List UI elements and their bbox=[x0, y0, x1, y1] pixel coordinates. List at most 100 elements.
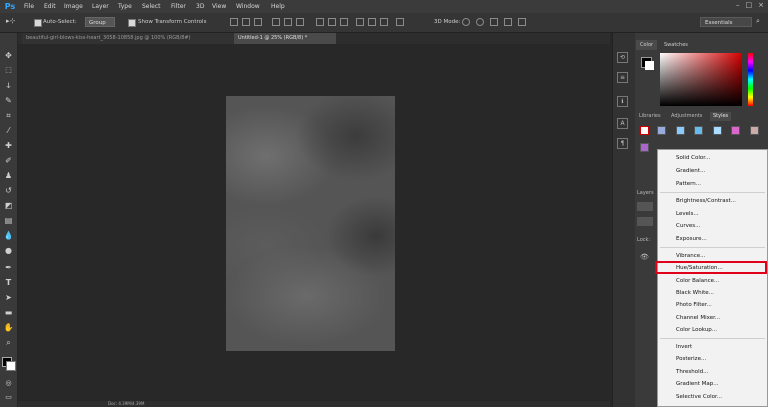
style-swatch[interactable] bbox=[731, 126, 740, 135]
eraser-icon[interactable]: ◩ bbox=[3, 200, 14, 211]
color-panel-background[interactable] bbox=[645, 61, 654, 70]
layer-filter-select[interactable] bbox=[637, 202, 653, 211]
menu-item-channel-mixer[interactable]: Channel Mixer... bbox=[676, 313, 720, 323]
tab-color[interactable]: Color bbox=[636, 40, 658, 50]
auto-select-dropdown[interactable]: Group bbox=[85, 17, 115, 27]
align-hcenter-icon[interactable] bbox=[284, 18, 292, 26]
3d-roll-icon[interactable] bbox=[476, 18, 484, 26]
distribute-bottom-icon[interactable] bbox=[340, 18, 348, 26]
move-icon[interactable]: ✥ bbox=[3, 50, 14, 61]
healing-icon[interactable]: ✚ bbox=[3, 140, 14, 151]
3d-scale-icon[interactable] bbox=[518, 18, 526, 26]
menu-window[interactable]: Window bbox=[236, 0, 260, 13]
menu-item-exposure[interactable]: Exposure... bbox=[676, 234, 707, 244]
align-right-icon[interactable] bbox=[296, 18, 304, 26]
info-panel-icon[interactable]: ℹ bbox=[617, 96, 628, 107]
move-tool-preset-icon[interactable]: ▸⊹ bbox=[6, 17, 15, 25]
menu-help[interactable]: Help bbox=[271, 0, 285, 13]
lasso-icon[interactable]: ↆ bbox=[3, 80, 14, 91]
menu-file[interactable]: File bbox=[24, 0, 34, 13]
show-transform-checkbox[interactable] bbox=[128, 19, 136, 27]
quick-select-icon[interactable]: ✎ bbox=[3, 95, 14, 106]
menu-type[interactable]: Type bbox=[118, 0, 132, 13]
history-panel-icon[interactable]: ⟲ bbox=[617, 52, 628, 63]
distribute-hcenter-icon[interactable] bbox=[368, 18, 376, 26]
menu-item-solid-color[interactable]: Solid Color... bbox=[676, 153, 710, 163]
align-vcenter-icon[interactable] bbox=[242, 18, 250, 26]
history-brush-icon[interactable]: ↺ bbox=[3, 185, 14, 196]
hand-icon[interactable]: ✋ bbox=[3, 322, 14, 333]
menu-item-brightness-contrast[interactable]: Brightness/Contrast... bbox=[676, 196, 736, 206]
menu-item-vibrance[interactable]: Vibrance... bbox=[676, 251, 705, 261]
style-swatch[interactable] bbox=[694, 126, 703, 135]
menu-filter[interactable]: Filter bbox=[171, 0, 186, 13]
eyedropper-icon[interactable]: ⁄ bbox=[3, 125, 14, 136]
menu-item-gradient-map[interactable]: Gradient Map... bbox=[676, 379, 719, 389]
menu-item-black-white[interactable]: Black White... bbox=[676, 288, 714, 298]
crop-icon[interactable]: ⌗ bbox=[3, 110, 14, 121]
menu-item-gradient[interactable]: Gradient... bbox=[676, 166, 705, 176]
auto-select-checkbox[interactable] bbox=[34, 19, 42, 27]
tab-adjustments[interactable]: Adjustments bbox=[668, 112, 705, 121]
tab-libraries[interactable]: Libraries bbox=[636, 112, 664, 121]
menu-view[interactable]: View bbox=[212, 0, 226, 13]
auto-align-icon[interactable] bbox=[396, 18, 404, 26]
minimize-button[interactable]: – bbox=[736, 1, 740, 9]
eye-icon[interactable]: 👁 bbox=[640, 253, 649, 261]
menu-item-color-lookup[interactable]: Color Lookup... bbox=[676, 325, 717, 335]
workspace-select[interactable]: Essentials bbox=[700, 17, 752, 27]
tab-swatches[interactable]: Swatches bbox=[660, 40, 692, 50]
menu-item-color-balance[interactable]: Color Balance... bbox=[676, 276, 719, 286]
zoom-icon[interactable]: ⌕ bbox=[3, 337, 14, 348]
menu-layer[interactable]: Layer bbox=[92, 0, 109, 13]
blend-mode-select[interactable] bbox=[637, 217, 653, 226]
hue-slider[interactable] bbox=[748, 53, 753, 106]
menu-image[interactable]: Image bbox=[64, 0, 83, 13]
align-top-icon[interactable] bbox=[230, 18, 238, 26]
menu-item-photo-filter[interactable]: Photo Filter... bbox=[676, 300, 712, 310]
menu-item-posterize[interactable]: Posterize... bbox=[676, 354, 706, 364]
brush-icon[interactable]: ✐ bbox=[3, 155, 14, 166]
style-swatch[interactable] bbox=[750, 126, 759, 135]
align-bottom-icon[interactable] bbox=[254, 18, 262, 26]
tab-untitled-1[interactable]: Untitled-1 @ 25% (RGB/8) * bbox=[234, 33, 336, 44]
3d-pan-icon[interactable] bbox=[490, 18, 498, 26]
menu-3d[interactable]: 3D bbox=[196, 0, 204, 13]
quick-mask-icon[interactable]: ◎ bbox=[3, 378, 14, 389]
menu-item-curves[interactable]: Curves... bbox=[676, 221, 700, 231]
color-picker-field[interactable] bbox=[660, 53, 742, 106]
path-select-icon[interactable]: ➤ bbox=[3, 292, 14, 303]
screen-mode-icon[interactable]: ▭ bbox=[3, 392, 14, 403]
tab-beautiful-girl[interactable]: beautiful-girl-blows-kiss-heart_3058-108… bbox=[22, 33, 234, 44]
gradient-icon[interactable]: ▤ bbox=[3, 215, 14, 226]
character-panel-icon[interactable]: A bbox=[617, 118, 628, 129]
distribute-left-icon[interactable] bbox=[356, 18, 364, 26]
menu-item-invert[interactable]: Invert bbox=[676, 342, 692, 352]
distribute-vcenter-icon[interactable] bbox=[328, 18, 336, 26]
stamp-icon[interactable]: ♟ bbox=[3, 170, 14, 181]
clouds-document-canvas[interactable] bbox=[226, 96, 395, 351]
3d-orbit-icon[interactable] bbox=[462, 18, 470, 26]
align-left-icon[interactable] bbox=[272, 18, 280, 26]
style-swatch[interactable] bbox=[657, 126, 666, 135]
pen-icon[interactable]: ✒ bbox=[3, 262, 14, 273]
menu-select[interactable]: Select bbox=[142, 0, 161, 13]
tab-styles[interactable]: Styles bbox=[710, 112, 732, 121]
menu-item-pattern[interactable]: Pattern... bbox=[676, 179, 701, 189]
menu-item-selective-color[interactable]: Selective Color... bbox=[676, 392, 722, 402]
style-none-swatch[interactable] bbox=[640, 126, 649, 135]
maximize-button[interactable]: □ bbox=[746, 1, 753, 9]
menu-item-threshold[interactable]: Threshold... bbox=[676, 367, 708, 377]
distribute-right-icon[interactable] bbox=[380, 18, 388, 26]
dodge-icon[interactable]: ● bbox=[3, 245, 14, 256]
style-swatch[interactable] bbox=[713, 126, 722, 135]
close-button[interactable]: × bbox=[758, 1, 764, 9]
blur-icon[interactable]: 💧 bbox=[3, 230, 14, 241]
shape-icon[interactable]: ▬ bbox=[3, 307, 14, 318]
menu-item-levels[interactable]: Levels... bbox=[676, 209, 699, 219]
paragraph-panel-icon[interactable]: ¶ bbox=[617, 138, 628, 149]
layers-panel-label[interactable]: Layers bbox=[637, 190, 654, 196]
menu-edit[interactable]: Edit bbox=[44, 0, 56, 13]
distribute-top-icon[interactable] bbox=[316, 18, 324, 26]
marquee-icon[interactable]: ⬚ bbox=[3, 65, 14, 76]
